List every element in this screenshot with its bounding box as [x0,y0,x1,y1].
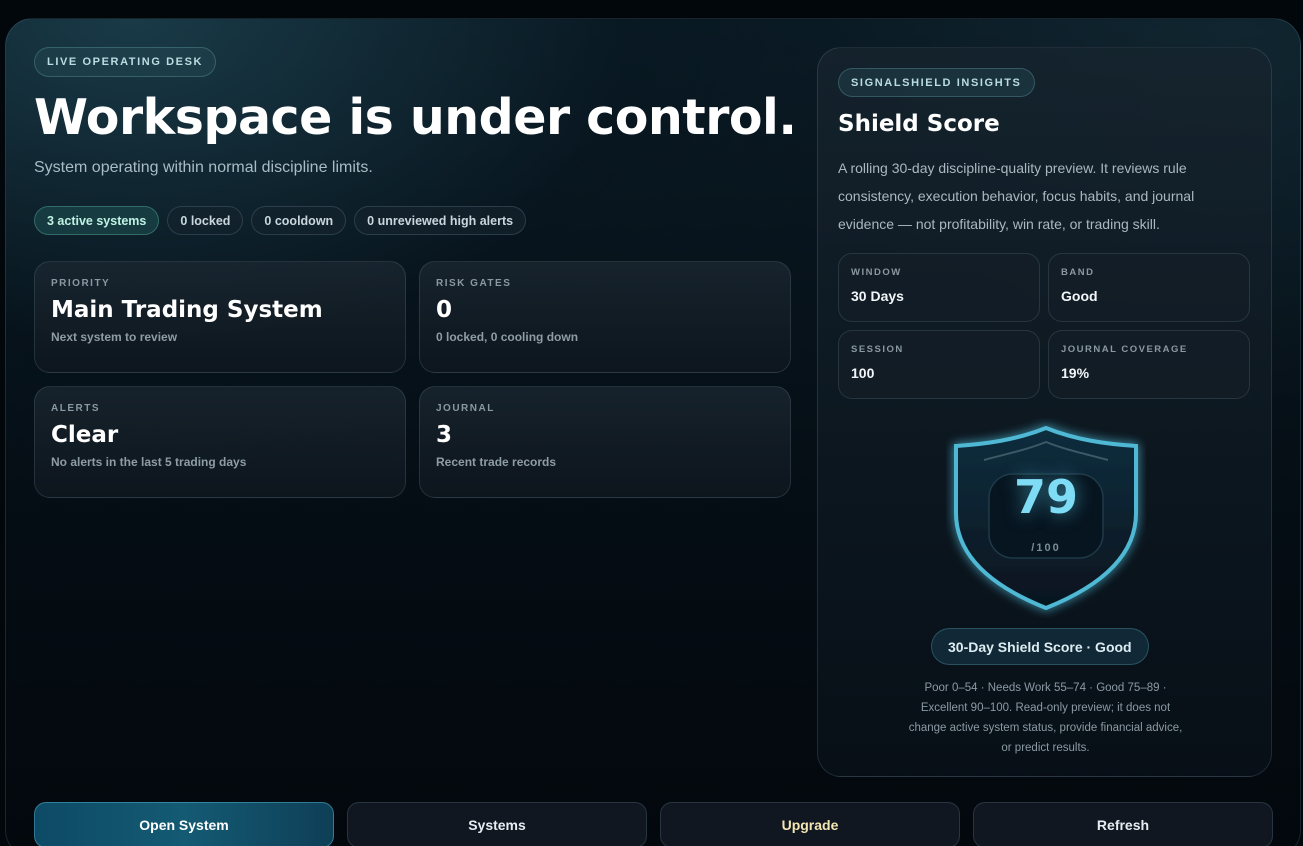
alerts-desc: No alerts in the last 5 trading days [51,455,247,469]
refresh-button[interactable]: Refresh [973,802,1273,846]
stat-window-label: WINDOW [851,267,902,278]
journal-desc: Recent trade records [436,455,557,469]
stat-window-value: 30 Days [851,288,904,304]
stat-band-value: Good [1061,288,1098,304]
stat-coverage-value: 19% [1061,365,1090,381]
journal-card[interactable]: JOURNAL 3 Recent trade records [419,386,791,498]
alerts-card[interactable]: ALERTS Clear No alerts in the last 5 tra… [34,386,406,498]
upgrade-button[interactable]: Upgrade [660,802,960,846]
shield-insights-panel: SIGNALSHIELD INSIGHTS Shield Score A rol… [817,47,1272,777]
action-bar: Open System Systems Upgrade Refresh [34,802,1273,846]
score-band-note: Poor 0–54 · Needs Work 55–74 · Good 75–8… [908,682,1183,754]
chip-locked[interactable]: 0 locked [167,206,244,235]
shield-score-gauge: 79 /100 [946,418,1146,618]
shield-score-title: Shield Score [838,111,1000,137]
insights-badge: SIGNALSHIELD INSIGHTS [838,68,1035,97]
shield-score-max: /100 [1031,542,1061,554]
chip-unreviewed-alerts[interactable]: 0 unreviewed high alerts [354,206,527,235]
stat-band: BAND Good [1048,253,1250,322]
shield-score-badge: 30-Day Shield Score · Good [931,628,1149,665]
stat-session: SESSION 100 [838,330,1040,399]
stat-session-label: SESSION [851,344,904,355]
stat-session-value: 100 [851,365,875,381]
page-subtitle: System operating within normal disciplin… [34,159,373,176]
open-system-button[interactable]: Open System [34,802,334,846]
status-chips: 3 active systems 0 locked 0 cooldown 0 u… [34,206,527,235]
priority-card[interactable]: PRIORITY Main Trading System Next system… [34,261,406,373]
chip-cooldown[interactable]: 0 cooldown [251,206,347,235]
alerts-value: Clear [51,422,119,448]
workspace-panel: LIVE OPERATING DESK Workspace is under c… [5,18,1301,846]
priority-label: PRIORITY [51,278,111,289]
risk-gates-value: 0 [436,297,453,323]
stat-journal-coverage: JOURNAL COVERAGE 19% [1048,330,1250,399]
live-desk-badge: LIVE OPERATING DESK [34,47,217,77]
shield-score-description: A rolling 30-day discipline-quality prev… [838,160,1195,232]
stat-window: WINDOW 30 Days [838,253,1040,322]
priority-desc: Next system to review [51,330,178,344]
stat-coverage-label: JOURNAL COVERAGE [1061,344,1188,355]
stat-band-label: BAND [1061,267,1095,278]
alerts-label: ALERTS [51,403,100,414]
risk-gates-label: RISK GATES [436,278,512,289]
risk-gates-desc: 0 locked, 0 cooling down [436,330,579,344]
journal-label: JOURNAL [436,403,495,414]
systems-button[interactable]: Systems [347,802,647,846]
priority-value: Main Trading System [51,297,323,323]
shield-score-value: 79 [1013,470,1078,524]
risk-gates-card[interactable]: RISK GATES 0 0 locked, 0 cooling down [419,261,791,373]
chip-active-systems[interactable]: 3 active systems [34,206,160,235]
page-title: Workspace is under control. [34,89,797,146]
journal-value: 3 [436,422,453,448]
